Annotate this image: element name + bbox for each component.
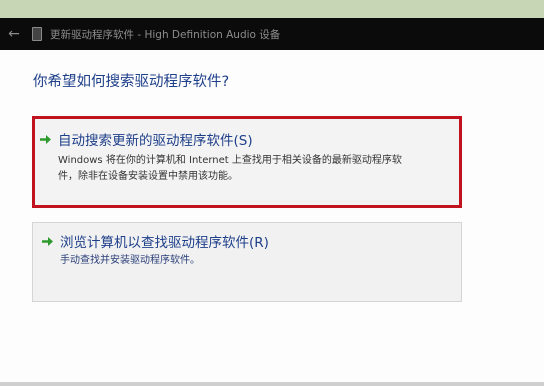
top-strip [0,0,544,18]
option-description-line: 手动查找并安装驱动程序软件。 [60,255,200,266]
browse-computer-option[interactable]: 浏览计算机以查找驱动程序软件(R) 手动查找并安装驱动程序软件。 [32,222,462,302]
option-header: 自动搜索更新的驱动程序软件(S) [39,129,253,149]
option-title: 自动搜索更新的驱动程序软件(S) [58,133,253,149]
option-description: 手动查找并安装驱动程序软件。 [60,253,450,269]
bottom-border [0,382,544,386]
audio-device-icon [32,27,42,41]
option-description: Windows 将在你的计算机和 Internet 上查找用于相关设备的最新驱动… [58,153,448,185]
option-description-line: Windows 将在你的计算机和 Internet 上查找用于相关设备的最新驱动… [58,155,402,166]
green-arrow-icon [40,134,51,144]
back-arrow-icon[interactable]: ← [2,26,26,42]
page-question: 你希望如何搜索驱动程序软件? [33,74,230,90]
wizard-content: 你希望如何搜索驱动程序软件? 自动搜索更新的驱动程序软件(S) Windows … [0,50,544,382]
option-description-line: 件，除非在设备安装设置中禁用该功能。 [58,171,238,182]
window-title: 更新驱动程序软件 - High Definition Audio 设备 [50,28,281,41]
green-arrow-icon [42,236,53,246]
auto-search-option[interactable]: 自动搜索更新的驱动程序软件(S) Windows 将在你的计算机和 Intern… [32,116,462,208]
title-bar: ← 更新驱动程序软件 - High Definition Audio 设备 [0,18,544,50]
option-title: 浏览计算机以查找驱动程序软件(R) [60,235,269,251]
option-header: 浏览计算机以查找驱动程序软件(R) [41,231,269,251]
